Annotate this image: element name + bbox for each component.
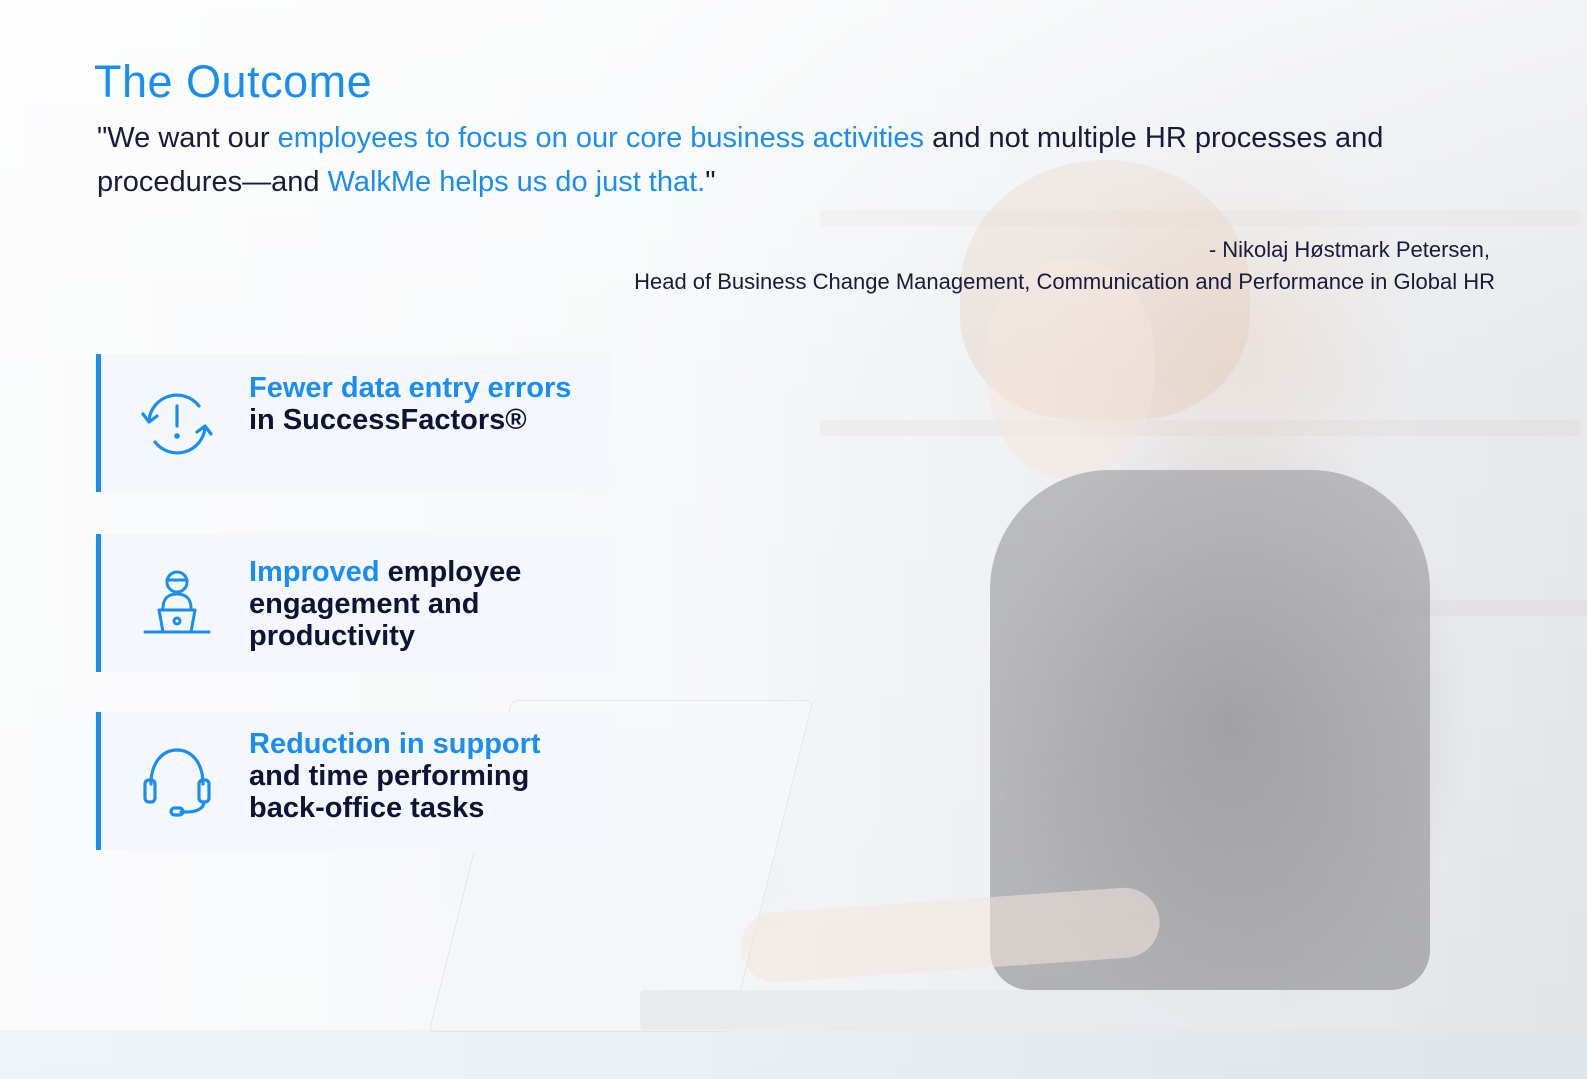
outcome-highlight: Fewer data entry errors [249,372,572,404]
refresh-alert-icon [141,393,213,455]
outcome-text: Improved employee engagement and product… [249,556,589,652]
outcome-text: Reduction in support and time performing… [249,728,589,824]
quote-highlight: WalkMe helps us do just that. [327,166,706,198]
person-laptop-icon [143,570,211,634]
outcome-section: The Outcome "We want our employees to fo… [0,0,1587,1079]
quote-attribution: - Nikolaj Høstmark Petersen, Head of Bus… [634,234,1495,298]
outcome-highlight: Reduction in support [249,728,541,760]
outcome-rest: and time performing back-office tasks [249,760,530,824]
quote-text: "We want our [97,122,278,154]
attribution-role: Head of Business Change Management, Comm… [634,269,1495,294]
testimonial-quote: "We want our employees to focus on our c… [97,116,1517,204]
outcome-card: Reduction in support and time performing… [96,712,611,850]
quote-highlight: employees to focus on our core business … [277,122,925,154]
page-title: The Outcome [94,56,373,107]
outcome-card: Improved employee engagement and product… [96,534,611,672]
quote-text: " [705,166,716,198]
outcome-card: Fewer data entry errors in SuccessFactor… [96,354,611,492]
outcome-highlight: Improved [249,556,380,588]
headset-icon [143,748,211,817]
attribution-name: - Nikolaj Høstmark Petersen, [1208,237,1490,262]
outcome-rest: in SuccessFactors® [249,404,527,436]
outcome-text: Fewer data entry errors in SuccessFactor… [249,372,589,436]
